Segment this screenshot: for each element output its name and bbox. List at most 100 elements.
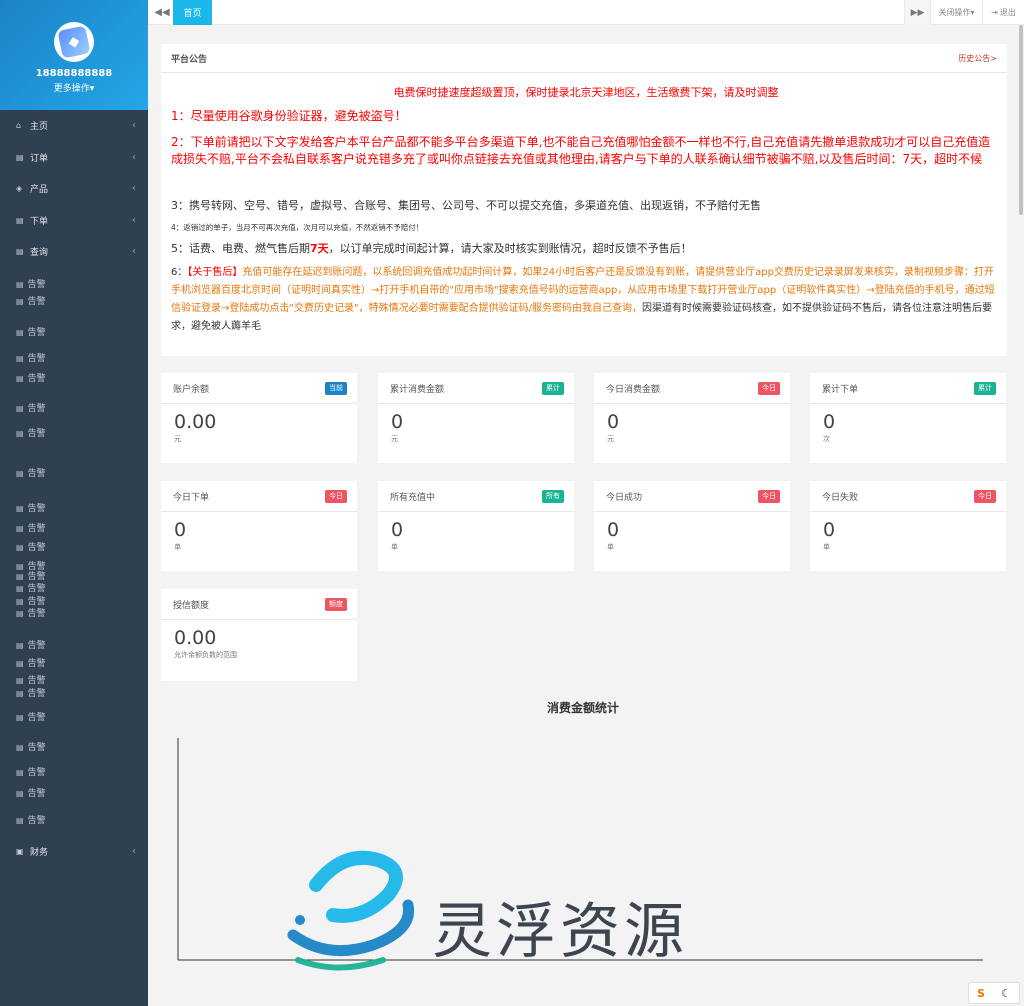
file-icon: ▤: [16, 297, 24, 306]
avatar[interactable]: ◆: [54, 22, 94, 62]
file-icon: ▤: [16, 543, 24, 552]
nav-item-3[interactable]: ▤ 下单 ‹: [0, 213, 148, 227]
nav-sub-item[interactable]: ▤ 告警: [0, 466, 148, 479]
card-value: 0: [391, 519, 404, 541]
nav-sub-label: 告警: [27, 816, 46, 826]
money-icon: ▣: [16, 846, 24, 856]
input-method-widget[interactable]: S ☾: [968, 982, 1020, 1004]
file-icon: ▤: [16, 524, 24, 533]
more-actions-dropdown[interactable]: 更多操作▾: [0, 81, 148, 94]
file-icon: ▤: [16, 572, 24, 581]
history-notice-link[interactable]: 历史公告>: [958, 53, 997, 64]
nav-sub-item[interactable]: ▤ 告警: [0, 638, 148, 651]
nav-sub-label: 告警: [27, 469, 46, 479]
nav-sub-item[interactable]: ▤ 告警: [0, 581, 148, 594]
nav-item-0[interactable]: ⌂ 主页 ‹: [0, 118, 148, 132]
card-badge: 累计: [974, 381, 996, 395]
nav-sub-item[interactable]: ▤ 告警: [0, 656, 148, 669]
nav-sub-label: 告警: [27, 743, 46, 753]
top-bar: ◀◀ 首页 ▶▶ 关闭操作 ▾ ⇥ 退出: [148, 0, 1024, 25]
nav-sub-item[interactable]: ▤ 告警: [0, 325, 148, 338]
card-title: 今日成功: [606, 492, 643, 503]
moon-icon: ☾: [1001, 986, 1011, 1000]
nav-sub-label: 告警: [27, 504, 46, 514]
card-unit: 次: [823, 435, 830, 443]
tab-home[interactable]: 首页: [173, 0, 212, 25]
nav-sub-item[interactable]: ▤ 告警: [0, 501, 148, 514]
nav-sub-item[interactable]: ▤ 告警: [0, 294, 148, 307]
nav-sub-label: 告警: [27, 429, 46, 439]
card-badge: 所有: [542, 489, 564, 503]
file-icon: ▤: [16, 689, 24, 698]
card-title: 累计下单: [822, 384, 859, 395]
nav-item-4[interactable]: ▤ 查询 ‹: [0, 244, 148, 258]
nav-sub-item[interactable]: ▤ 告警: [0, 673, 148, 686]
nav-sub-item[interactable]: ▤ 告警: [0, 786, 148, 799]
nav-sub-item[interactable]: ▤ 告警: [0, 686, 148, 699]
file-icon: ▤: [16, 743, 24, 752]
stat-card: 所有充值中 所有 0 单: [378, 481, 574, 571]
nav-sub-item[interactable]: ▤ 告警: [0, 813, 148, 826]
card-badge: 今日: [974, 489, 996, 503]
caret-down-icon: ▾: [970, 8, 975, 17]
scroll-right-button[interactable]: ▶▶: [904, 0, 930, 25]
cube-icon: ◈: [16, 183, 23, 193]
nav-item-label: 财务: [30, 847, 49, 858]
nav-sub-item[interactable]: ▤ 告警: [0, 740, 148, 753]
nav-item-finance[interactable]: ▣ 财务 ‹: [0, 844, 148, 858]
file-icon: ▤: [16, 469, 24, 478]
nav-sub-item[interactable]: ▤ 告警: [0, 401, 148, 414]
card-value: 0.00: [174, 411, 217, 433]
notice-line-0: 电费保时捷速度超级置顶，保时捷录北京天津地区，生活缴费下架，请及时调整: [393, 86, 779, 99]
nav-sub-label: 告警: [27, 789, 46, 799]
username: 18888888888: [35, 68, 113, 79]
nav-sub-item[interactable]: ▤ 告警: [0, 351, 148, 364]
notice-line-5: 5：话费、电费、燃气售后期7天，以订单完成时间起计算，请大家及时核实到账情况，超…: [171, 240, 1001, 257]
stat-card: 累计下单 累计 0 次: [810, 373, 1006, 463]
stat-card: 今日失败 今日 0 单: [810, 481, 1006, 571]
page-scrollbar[interactable]: [1018, 25, 1024, 1006]
more-actions-label: 更多操作: [53, 84, 90, 94]
nav-sub-label: 告警: [27, 328, 46, 338]
nav-sub-item[interactable]: ▤ 告警: [0, 426, 148, 439]
card-title: 所有充值中: [390, 492, 436, 503]
chevron-left-icon: ‹: [132, 119, 136, 131]
nav-sub-item[interactable]: ▤ 告警: [0, 371, 148, 384]
nav-sub-item[interactable]: ▤ 告警: [0, 540, 148, 553]
nav-sub-label: 告警: [27, 768, 46, 778]
nav-sub-label: 告警: [27, 676, 46, 686]
nav-sub-item[interactable]: ▤ 告警: [0, 765, 148, 778]
file-icon: ▤: [16, 429, 24, 438]
nav-item-2[interactable]: ◈ 产品 ‹: [0, 181, 148, 195]
file-icon: ▤: [16, 328, 24, 337]
nav-item-label: 下单: [30, 216, 49, 227]
profile-panel: ◆ 18888888888 更多操作▾: [0, 0, 148, 110]
nav-sub-item[interactable]: ▤ 告警: [0, 521, 148, 534]
card-value: 0: [391, 411, 404, 433]
card-unit: 单: [174, 543, 181, 551]
close-ops-label: 关闭操作: [938, 8, 971, 17]
nav-item-label: 查询: [30, 247, 49, 258]
notice-line-6: 6：【关于售后】充值可能存在延迟到账问题，以系统回调充值成功起时间计算，如果24…: [171, 264, 1001, 336]
card-title: 累计消费金额: [390, 384, 445, 395]
nav-sub-item[interactable]: ▤ 告警: [0, 277, 148, 290]
scrollbar-thumb[interactable]: [1019, 25, 1023, 215]
stat-card: 授信额度 额度 0.00 允许余额负数的范围: [161, 589, 357, 681]
card-header: 今日失败 今日: [810, 481, 1006, 512]
notice-header: 平台公告 历史公告>: [161, 44, 1007, 73]
logout-button[interactable]: ⇥ 退出: [982, 0, 1024, 25]
nav-sub-item[interactable]: ▤ 告警: [0, 710, 148, 723]
stat-card: 今日消费金额 今日 0 元: [594, 373, 790, 463]
file-icon: ▤: [16, 374, 24, 383]
nav-sub-label: 告警: [27, 713, 46, 723]
close-ops-dropdown[interactable]: 关闭操作 ▾: [930, 0, 982, 25]
nav-sub-item[interactable]: ▤ 告警: [0, 606, 148, 619]
card-title: 今日失败: [822, 492, 859, 503]
file-icon: ▤: [16, 354, 24, 363]
nav-item-1[interactable]: ▤ 订单 ‹: [0, 150, 148, 164]
card-badge: 今日: [325, 489, 347, 503]
caret-down-icon: ▾: [89, 84, 95, 94]
scroll-left-button[interactable]: ◀◀: [148, 0, 176, 25]
notice-panel: 平台公告 历史公告> 电费保时捷速度超级置顶，保时捷录北京天津地区，生活缴费下架…: [161, 44, 1007, 356]
card-unit: 单: [391, 543, 398, 551]
